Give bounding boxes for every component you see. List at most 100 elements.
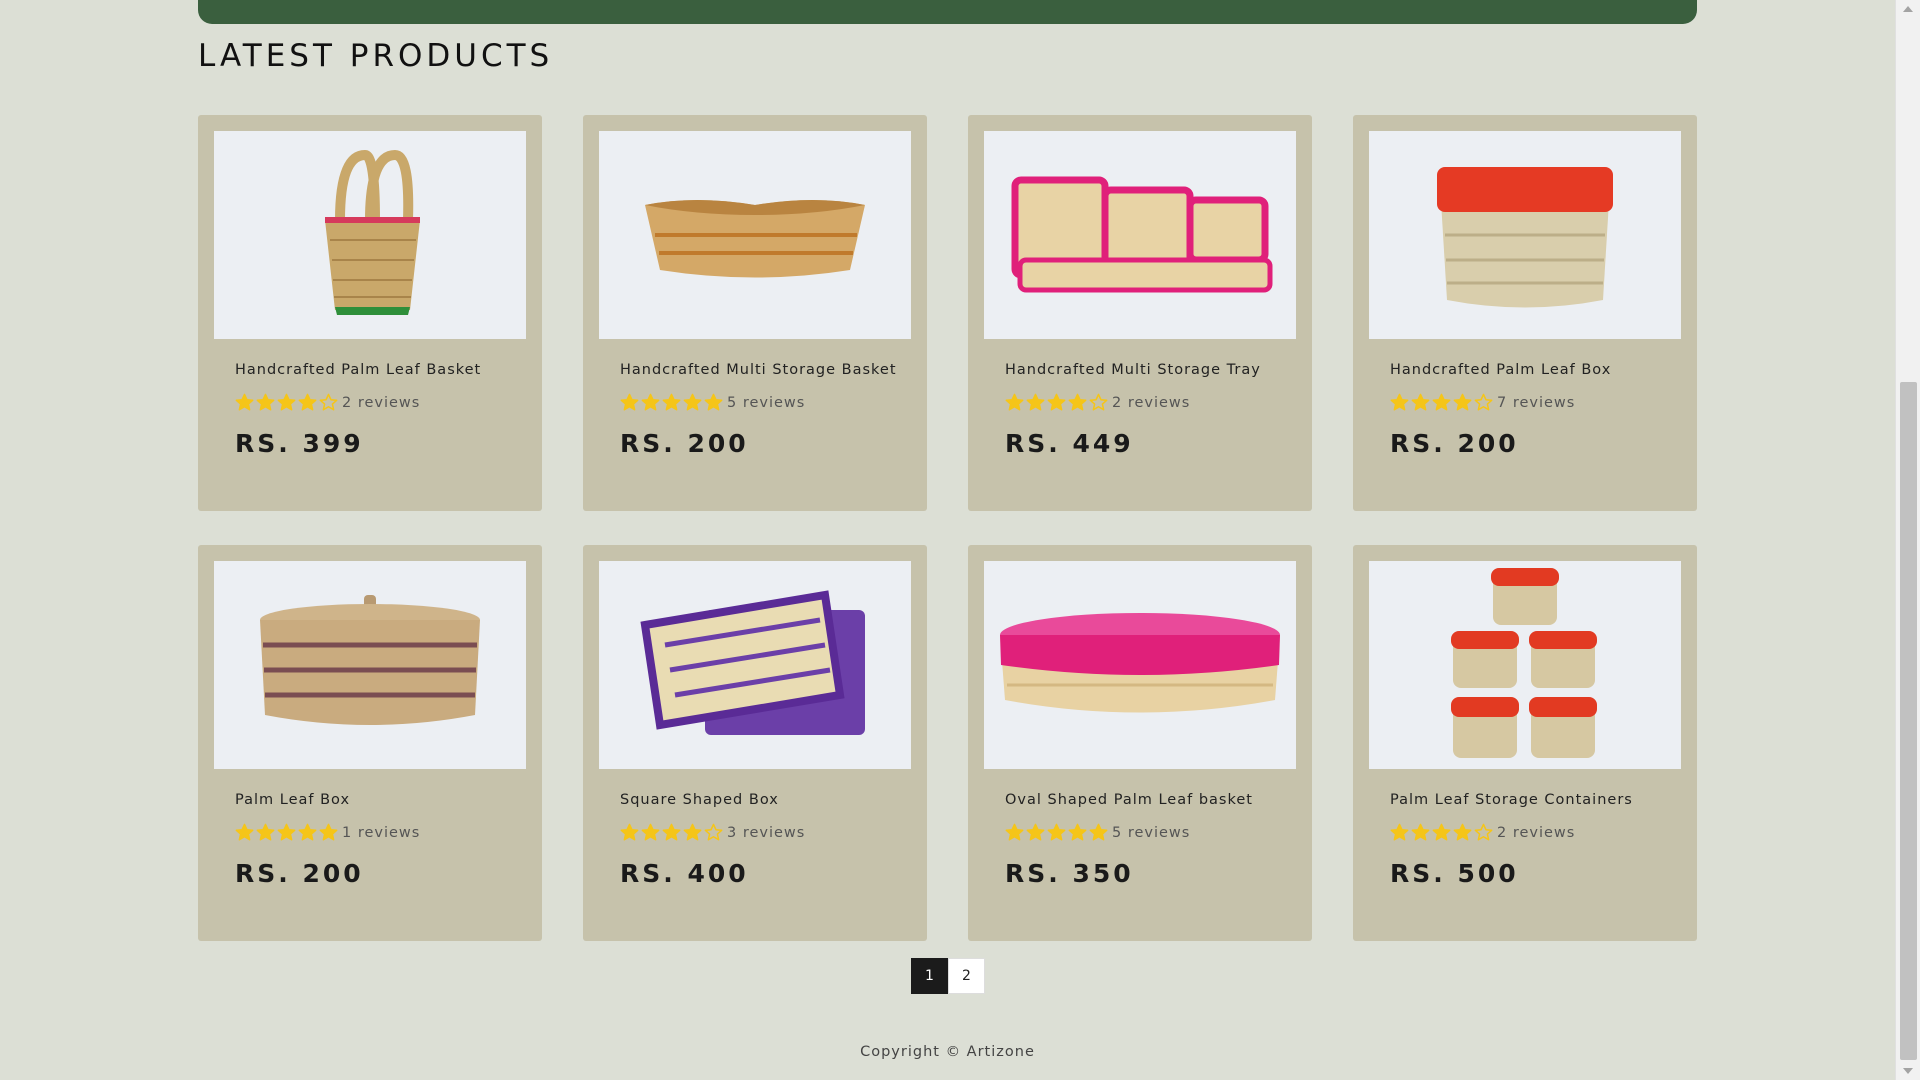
rating-stars bbox=[1390, 823, 1493, 842]
review-count: 7 reviews bbox=[1497, 394, 1576, 411]
multi-storage-basket-image bbox=[645, 200, 865, 278]
review-count: 3 reviews bbox=[727, 824, 806, 841]
star-filled-icon bbox=[1068, 823, 1087, 841]
scroll-down-arrow-icon[interactable] bbox=[1903, 1068, 1913, 1074]
rating-stars bbox=[1005, 393, 1108, 412]
star-filled-icon bbox=[235, 823, 254, 841]
palm-leaf-box-brown-image bbox=[260, 595, 480, 725]
star-filled-icon bbox=[1453, 393, 1472, 411]
product-image[interactable] bbox=[1369, 561, 1681, 769]
product-price: RS. 449 bbox=[1005, 429, 1134, 458]
star-filled-icon bbox=[1089, 823, 1108, 841]
product-price: RS. 399 bbox=[235, 429, 364, 458]
product-price: RS. 350 bbox=[1005, 859, 1134, 888]
star-filled-icon bbox=[298, 393, 317, 411]
star-filled-icon bbox=[1026, 393, 1045, 411]
star-empty-icon bbox=[319, 393, 338, 411]
palm-leaf-basket-image bbox=[325, 149, 420, 315]
product-price: RS. 500 bbox=[1390, 859, 1519, 888]
star-filled-icon bbox=[620, 393, 639, 411]
star-filled-icon bbox=[1026, 823, 1045, 841]
product-rating: 3 reviews bbox=[620, 823, 805, 842]
product-image[interactable] bbox=[1369, 131, 1681, 339]
top-banner bbox=[198, 0, 1697, 24]
product-rating: 2 reviews bbox=[1390, 823, 1575, 842]
star-filled-icon bbox=[298, 823, 317, 841]
star-filled-icon bbox=[235, 393, 254, 411]
review-count: 2 reviews bbox=[342, 394, 421, 411]
product-card[interactable]: Handcrafted Multi Storage Basket 5 revie… bbox=[583, 115, 927, 511]
section-title: LATEST PRODUCTS bbox=[198, 38, 554, 74]
product-image[interactable] bbox=[599, 561, 911, 769]
product-name[interactable]: Handcrafted Palm Leaf Box bbox=[1390, 362, 1611, 378]
star-filled-icon bbox=[1047, 393, 1066, 411]
star-empty-icon bbox=[1474, 823, 1493, 841]
product-card[interactable]: Square Shaped Box 3 reviews RS. 400 bbox=[583, 545, 927, 941]
rating-stars bbox=[235, 823, 338, 842]
product-image[interactable] bbox=[214, 131, 526, 339]
star-filled-icon bbox=[1005, 393, 1024, 411]
star-filled-icon bbox=[1453, 823, 1472, 841]
product-card[interactable]: Palm Leaf Storage Containers 2 reviews R… bbox=[1353, 545, 1697, 941]
product-card[interactable]: Handcrafted Multi Storage Tray 2 reviews… bbox=[968, 115, 1312, 511]
star-filled-icon bbox=[641, 823, 660, 841]
oval-basket-pink-image bbox=[1000, 613, 1280, 713]
page-button-1[interactable]: 1 bbox=[911, 958, 948, 994]
product-card[interactable]: Oval Shaped Palm Leaf basket 5 reviews R… bbox=[968, 545, 1312, 941]
rating-stars bbox=[1390, 393, 1493, 412]
scroll-up-arrow-icon[interactable] bbox=[1903, 6, 1913, 12]
product-name[interactable]: Palm Leaf Storage Containers bbox=[1390, 792, 1633, 808]
product-price: RS. 200 bbox=[620, 429, 749, 458]
review-count: 2 reviews bbox=[1497, 824, 1576, 841]
product-image[interactable] bbox=[214, 561, 526, 769]
star-filled-icon bbox=[256, 823, 275, 841]
product-price: RS. 400 bbox=[620, 859, 749, 888]
star-filled-icon bbox=[1390, 393, 1409, 411]
product-name[interactable]: Handcrafted Multi Storage Tray bbox=[1005, 362, 1261, 378]
star-filled-icon bbox=[620, 823, 639, 841]
scrollbar-thumb[interactable] bbox=[1900, 382, 1917, 1060]
star-filled-icon bbox=[704, 393, 723, 411]
product-rating: 5 reviews bbox=[1005, 823, 1190, 842]
star-empty-icon bbox=[704, 823, 723, 841]
star-filled-icon bbox=[1047, 823, 1066, 841]
product-grid: Handcrafted Palm Leaf Basket 2 reviews R… bbox=[198, 115, 1697, 941]
product-price: RS. 200 bbox=[1390, 429, 1519, 458]
multi-storage-tray-image bbox=[1011, 176, 1273, 293]
product-card[interactable]: Handcrafted Palm Leaf Box 7 reviews RS. … bbox=[1353, 115, 1697, 511]
review-count: 1 reviews bbox=[342, 824, 421, 841]
rating-stars bbox=[235, 393, 338, 412]
product-name[interactable]: Palm Leaf Box bbox=[235, 792, 350, 808]
rating-stars bbox=[1005, 823, 1108, 842]
product-name[interactable]: Square Shaped Box bbox=[620, 792, 779, 808]
product-rating: 2 reviews bbox=[1005, 393, 1190, 412]
page: LATEST PRODUCTS Handcrafted Palm Leaf Ba… bbox=[0, 0, 1920, 1080]
star-filled-icon bbox=[1068, 393, 1087, 411]
star-filled-icon bbox=[662, 393, 681, 411]
product-image[interactable] bbox=[599, 131, 911, 339]
star-filled-icon bbox=[277, 393, 296, 411]
product-rating: 2 reviews bbox=[235, 393, 420, 412]
product-rating: 1 reviews bbox=[235, 823, 420, 842]
product-rating: 5 reviews bbox=[620, 393, 805, 412]
product-name[interactable]: Handcrafted Palm Leaf Basket bbox=[235, 362, 481, 378]
page-button-2[interactable]: 2 bbox=[948, 958, 985, 994]
product-card[interactable]: Palm Leaf Box 1 reviews RS. 200 bbox=[198, 545, 542, 941]
product-name[interactable]: Oval Shaped Palm Leaf basket bbox=[1005, 792, 1253, 808]
product-image[interactable] bbox=[984, 561, 1296, 769]
star-filled-icon bbox=[319, 823, 338, 841]
product-name[interactable]: Handcrafted Multi Storage Basket bbox=[620, 362, 897, 378]
copyright-text: Copyright © Artizone bbox=[860, 1044, 1035, 1060]
review-count: 5 reviews bbox=[1112, 824, 1191, 841]
product-card[interactable]: Handcrafted Palm Leaf Basket 2 reviews R… bbox=[198, 115, 542, 511]
product-image[interactable] bbox=[984, 131, 1296, 339]
star-filled-icon bbox=[1432, 823, 1451, 841]
storage-containers-image bbox=[1451, 568, 1597, 758]
star-filled-icon bbox=[1411, 823, 1430, 841]
palm-leaf-box-red-image bbox=[1437, 167, 1613, 308]
star-filled-icon bbox=[683, 823, 702, 841]
vertical-scrollbar[interactable] bbox=[1895, 0, 1920, 1080]
star-filled-icon bbox=[1432, 393, 1451, 411]
square-box-purple-image bbox=[640, 590, 865, 735]
product-rating: 7 reviews bbox=[1390, 393, 1575, 412]
